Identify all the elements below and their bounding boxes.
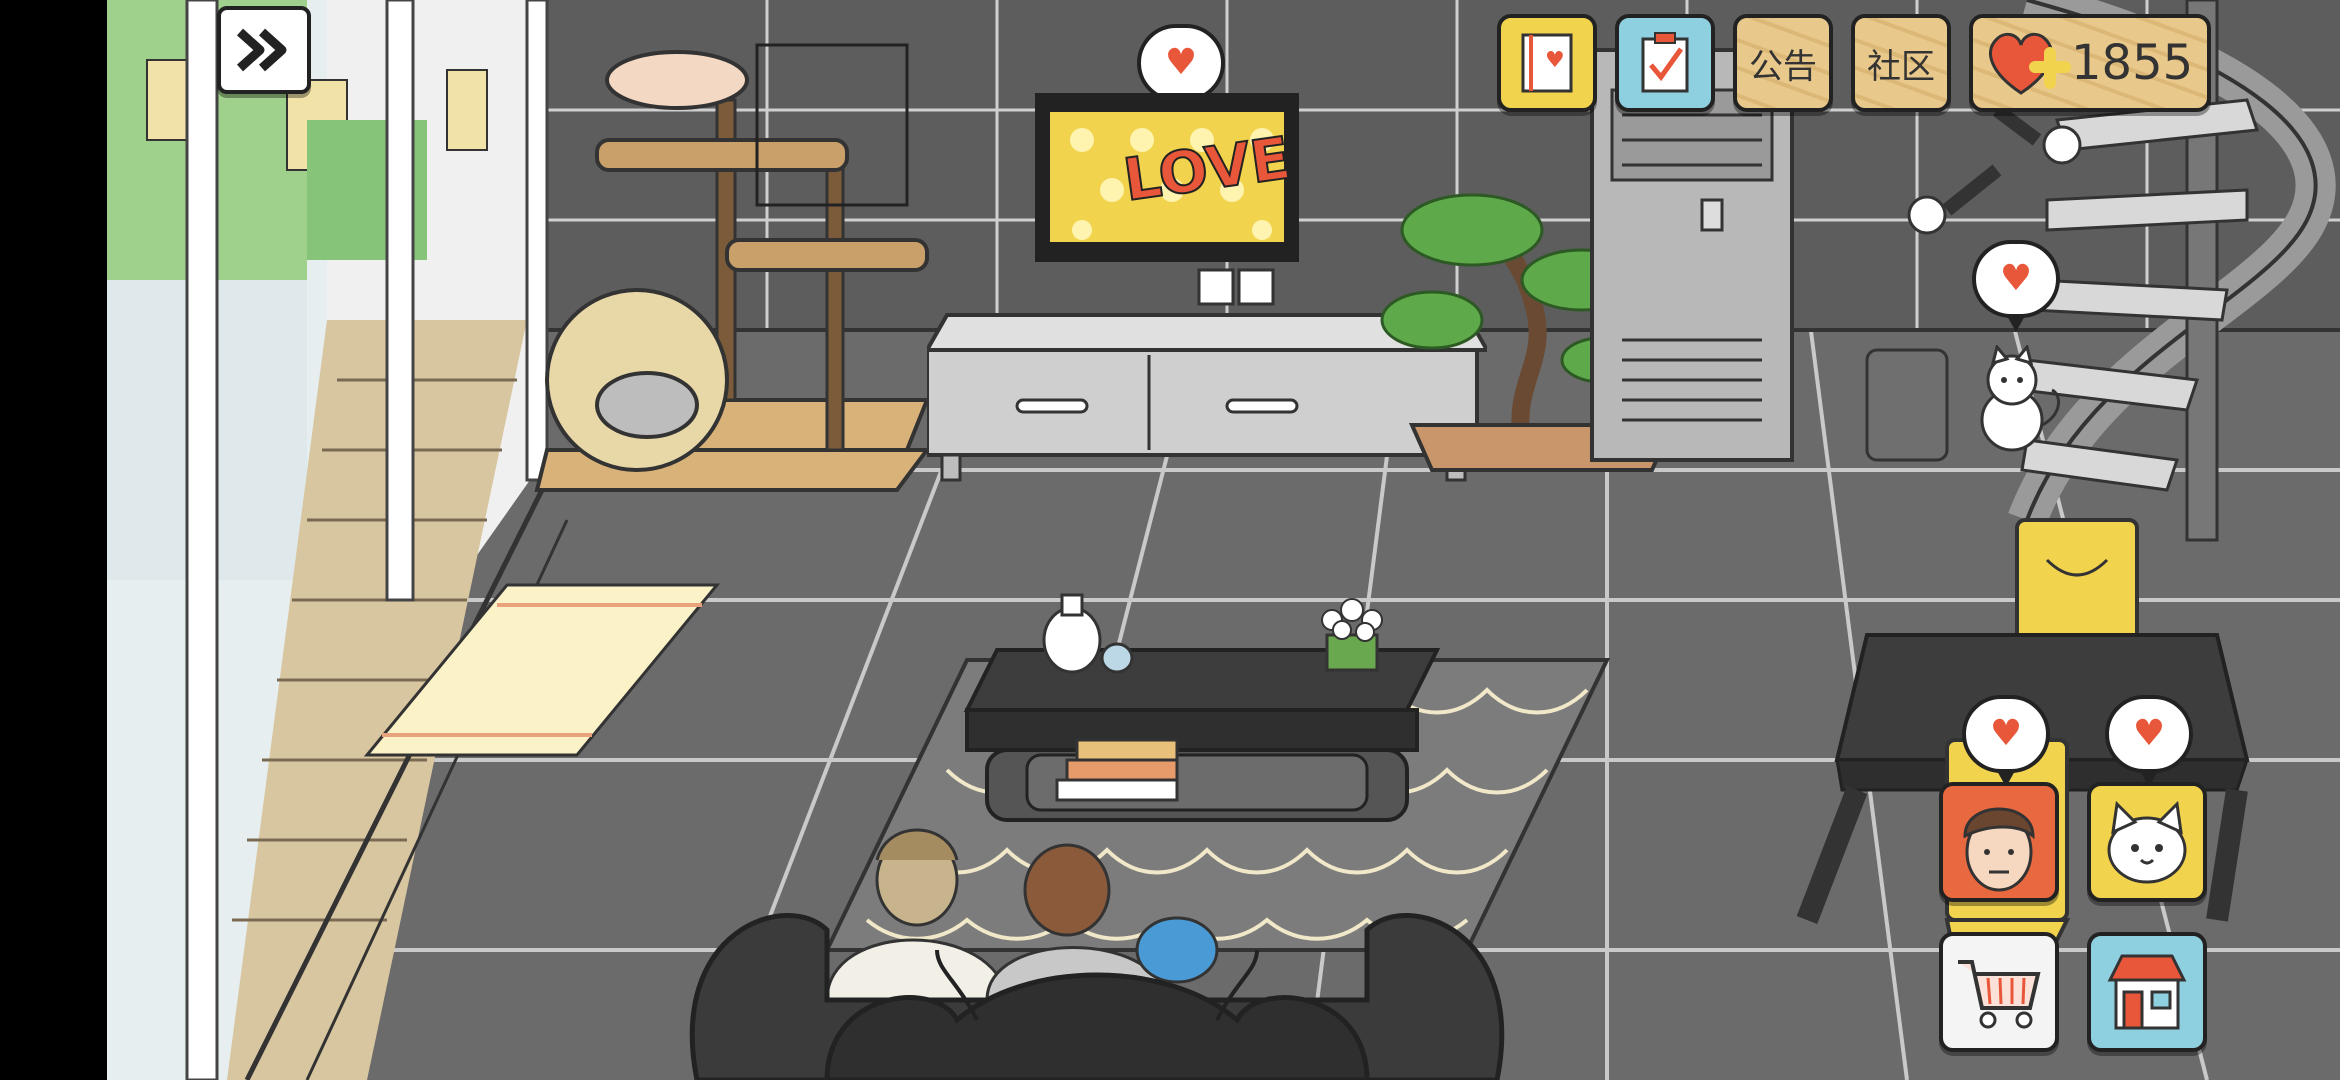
couch-with-couple bbox=[689, 828, 1505, 1080]
svg-text:♥: ♥ bbox=[1545, 48, 1565, 73]
cat-album-icon: ♥ bbox=[1521, 33, 1573, 93]
shop-icon bbox=[2107, 954, 2187, 1030]
shopping-cart-icon bbox=[1958, 960, 2041, 1029]
heart-icon: ♥ bbox=[1164, 42, 1198, 83]
hearts-counter[interactable]: 1855 bbox=[1969, 14, 2211, 112]
cat-tree bbox=[534, 43, 931, 492]
white-cat[interactable] bbox=[1967, 345, 2067, 455]
shop-button[interactable] bbox=[2087, 932, 2207, 1052]
tasks-button[interactable] bbox=[1615, 14, 1715, 112]
cat-avatar-heart-bubble[interactable]: ♥ bbox=[2105, 695, 2193, 787]
double-chevron-right-icon bbox=[236, 28, 287, 72]
community-label: 社区 bbox=[1867, 46, 1935, 87]
heart-icon: ♥ bbox=[1989, 713, 2023, 754]
notice-label: 公告 bbox=[1749, 46, 1817, 87]
game-scene: ♥ LOVE ♥ ♥ 公告 社区 1855 ♥ ♥ bbox=[107, 0, 2340, 1080]
heart-plus-icon bbox=[1989, 32, 2071, 95]
album-button[interactable]: ♥ bbox=[1497, 14, 1597, 112]
heart-icon: ♥ bbox=[2132, 713, 2166, 754]
community-button[interactable]: 社区 bbox=[1851, 14, 1951, 112]
cat-avatar bbox=[2107, 800, 2187, 884]
person-avatar bbox=[1963, 807, 2035, 892]
heart-icon: ♥ bbox=[1999, 258, 2033, 299]
hearts-count: 1855 bbox=[2071, 35, 2194, 91]
cat-heart-bubble[interactable]: ♥ bbox=[1972, 240, 2060, 332]
person-avatar-button[interactable] bbox=[1939, 782, 2059, 902]
shopping-cart-button[interactable] bbox=[1939, 932, 2059, 1052]
door-mat bbox=[363, 583, 721, 757]
person-heart-bubble[interactable]: ♥ bbox=[1962, 695, 2050, 787]
cat-avatar-button[interactable] bbox=[2087, 782, 2207, 902]
wall-outlet bbox=[1197, 268, 1275, 306]
checklist-icon bbox=[1641, 32, 1689, 93]
notice-button[interactable]: 公告 bbox=[1733, 14, 1833, 112]
skip-button[interactable] bbox=[217, 6, 311, 94]
